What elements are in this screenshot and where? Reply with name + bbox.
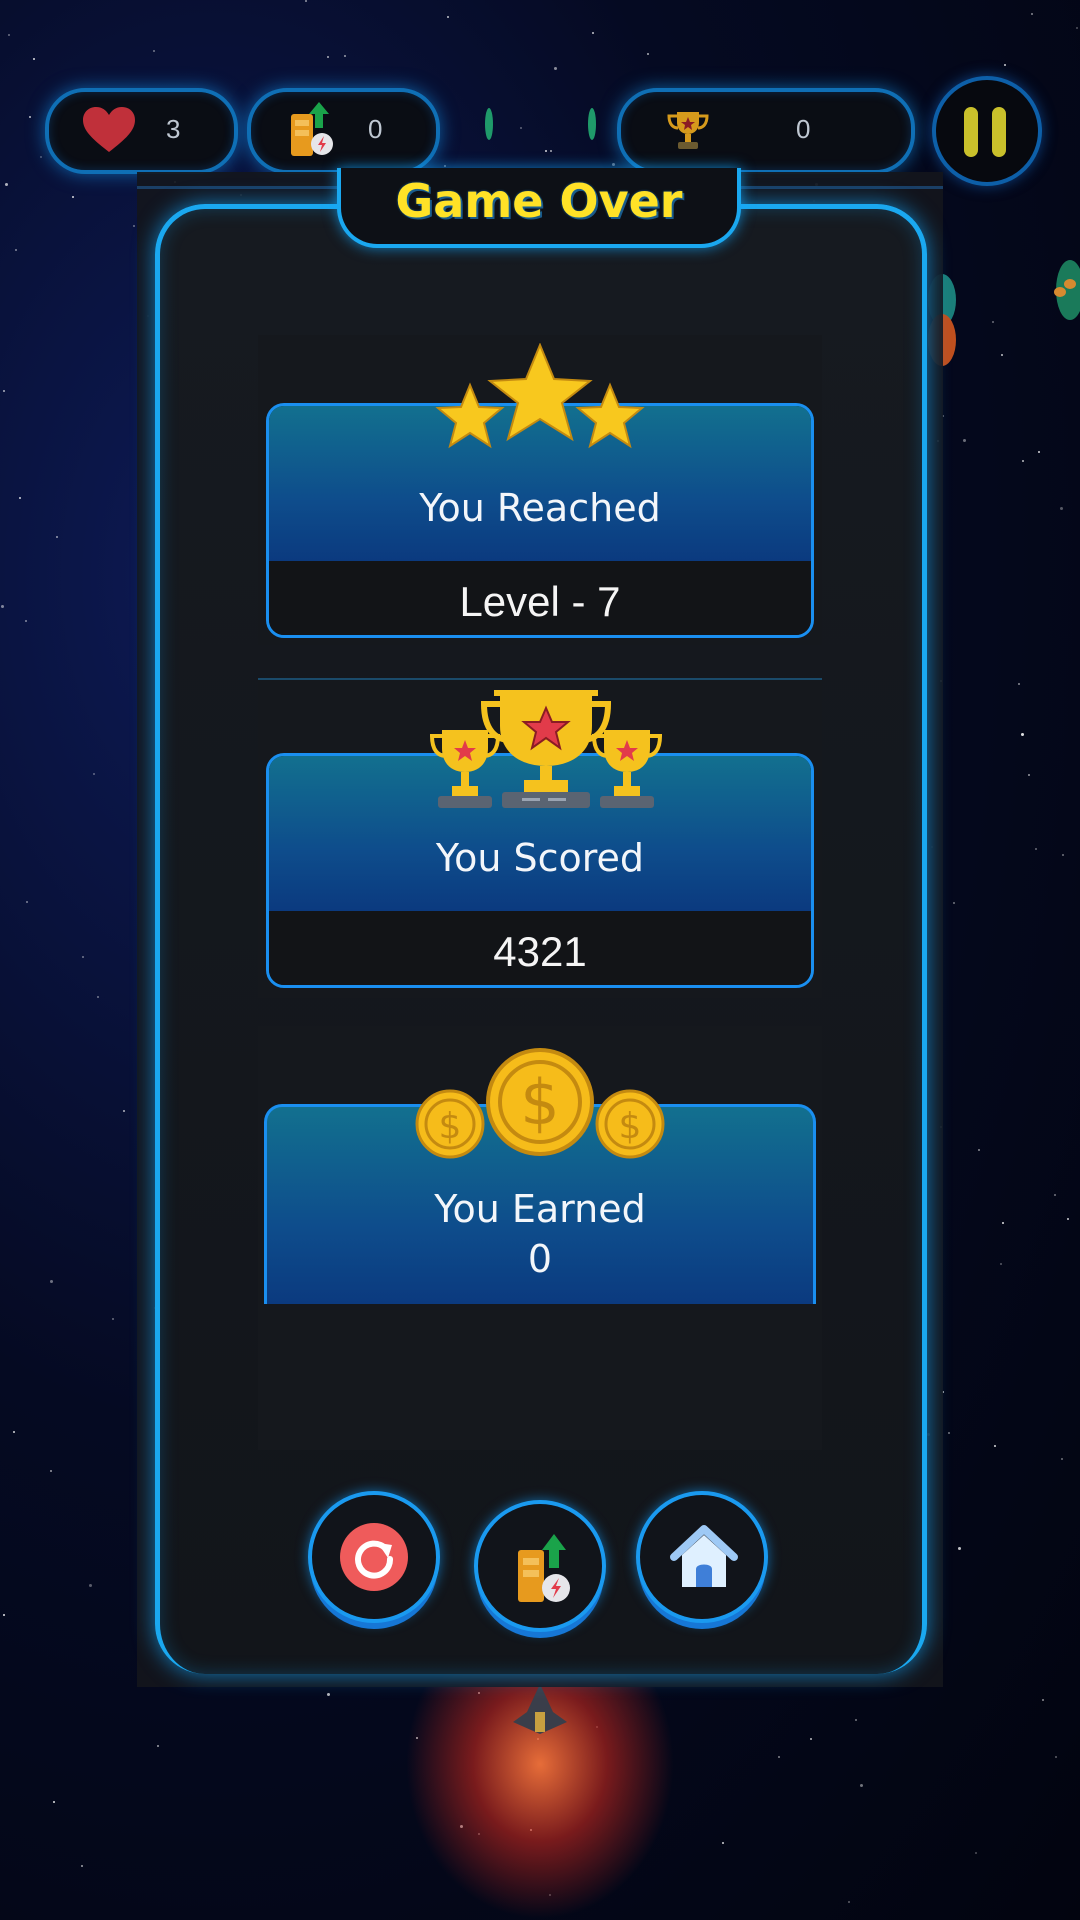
home-button[interactable] xyxy=(636,1491,768,1623)
boost-counter: 0 xyxy=(247,88,440,174)
earned-label: You Earned xyxy=(434,1187,646,1231)
trophy-value: 0 xyxy=(796,114,811,144)
boost-value: 0 xyxy=(368,114,383,144)
lives-counter: 3 xyxy=(45,88,238,174)
trophy-counter: 0 xyxy=(617,88,915,174)
home-icon xyxy=(670,1525,738,1587)
level-value: Level - 7 xyxy=(459,578,621,625)
three-trophies-icon xyxy=(429,690,663,808)
battery-boost-icon xyxy=(291,102,333,156)
svg-text:$: $ xyxy=(619,1106,642,1147)
restart-icon xyxy=(340,1523,408,1591)
enemy-projectile xyxy=(485,108,493,140)
lives-value: 3 xyxy=(166,114,181,144)
dialog-title: Game Over xyxy=(395,174,683,228)
svg-text:$: $ xyxy=(439,1106,462,1147)
battery-boost-icon xyxy=(518,1534,570,1602)
score-value: 4321 xyxy=(493,928,587,975)
level-label: You Reached xyxy=(419,486,661,530)
three-stars-icon xyxy=(435,343,645,449)
svg-text:$: $ xyxy=(520,1066,559,1139)
title-tab: Game Over xyxy=(337,168,741,248)
pause-button[interactable] xyxy=(932,76,1042,186)
three-coins-icon: $ $ $ xyxy=(415,1048,665,1159)
restart-button[interactable] xyxy=(308,1491,440,1623)
enemy-ship xyxy=(1054,260,1080,320)
boost-button[interactable] xyxy=(474,1500,606,1632)
player-ship xyxy=(513,1684,567,1734)
score-label: You Scored xyxy=(435,836,645,880)
trophy-icon xyxy=(667,112,709,149)
heart-icon xyxy=(83,107,135,152)
enemy-projectile xyxy=(588,108,596,140)
earned-value: 0 xyxy=(527,1237,553,1281)
